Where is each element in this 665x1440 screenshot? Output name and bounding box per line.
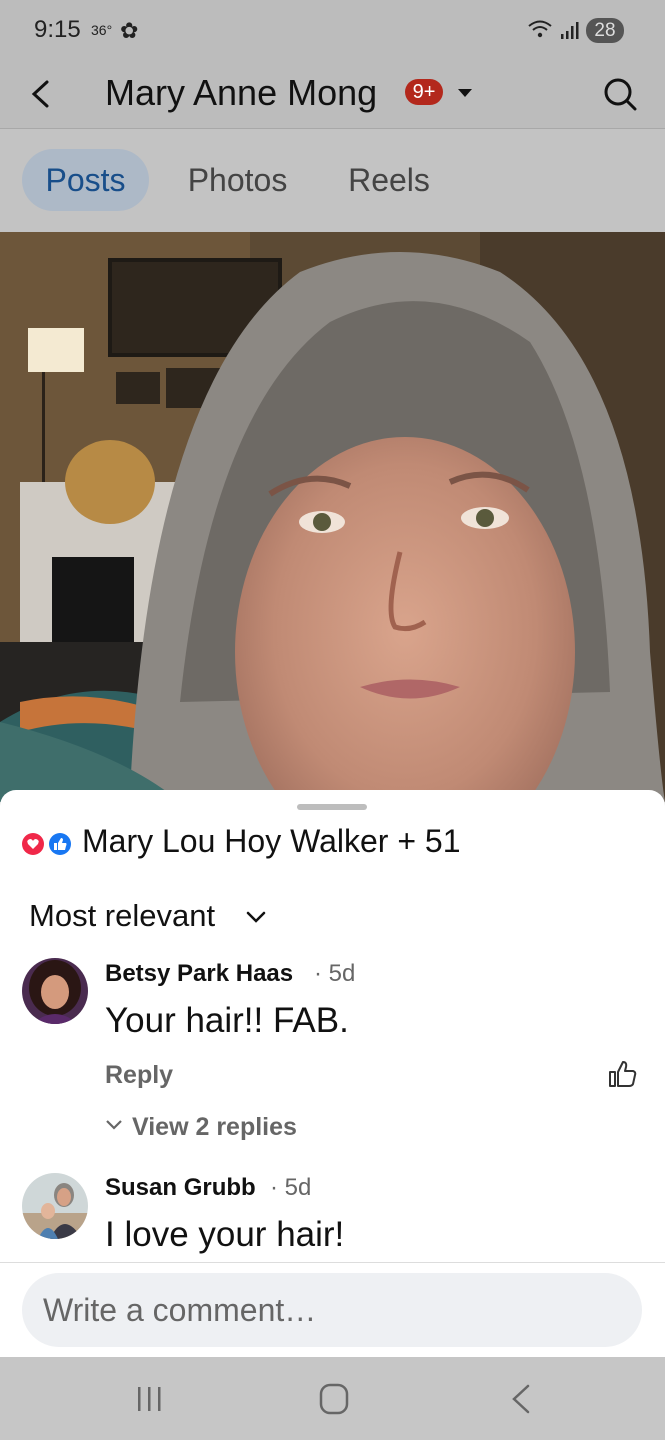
tab-photos[interactable]: Photos bbox=[170, 149, 305, 211]
status-temperature: 36° bbox=[91, 22, 113, 38]
tab-reels[interactable]: Reels bbox=[333, 149, 445, 211]
tab-posts[interactable]: Posts bbox=[22, 149, 149, 211]
comment-text: I love your hair! bbox=[105, 1215, 345, 1254]
caret-down-icon[interactable] bbox=[456, 86, 474, 104]
like-button[interactable] bbox=[606, 1058, 638, 1090]
comment-composer: Write a comment… bbox=[0, 1262, 665, 1358]
reaction-icons[interactable] bbox=[20, 830, 76, 858]
reply-button[interactable]: Reply bbox=[105, 1061, 173, 1090]
chevron-down-icon[interactable] bbox=[105, 1118, 123, 1136]
comment-time: · 5d bbox=[270, 1174, 312, 1201]
post-photo[interactable] bbox=[0, 232, 665, 802]
reactor-summary[interactable]: Mary Lou Hoy Walker + 51 bbox=[82, 823, 461, 860]
fan-icon: ✿ bbox=[120, 18, 139, 43]
tabs-bar: Posts Photos Reels bbox=[0, 129, 665, 232]
thumbs-up-icon bbox=[609, 1061, 637, 1087]
search-icon bbox=[604, 78, 637, 111]
comment-author[interactable]: Susan Grubb bbox=[105, 1174, 256, 1202]
comment-author[interactable]: Betsy Park Haas bbox=[105, 960, 293, 988]
signal-icon bbox=[560, 20, 580, 45]
sort-select[interactable]: Most relevant bbox=[29, 898, 215, 934]
comment-time: · 5d bbox=[314, 960, 356, 987]
drag-handle[interactable] bbox=[297, 804, 367, 810]
search-button[interactable] bbox=[600, 74, 640, 114]
comment-input[interactable]: Write a comment… bbox=[22, 1273, 642, 1347]
comment-text: Your hair!! FAB. bbox=[105, 1001, 349, 1040]
app-header: Mary Anne Mong 9+ bbox=[0, 62, 665, 129]
status-time: 9:15 bbox=[34, 16, 81, 43]
system-back-button[interactable] bbox=[500, 1383, 540, 1415]
recent-apps-button[interactable] bbox=[130, 1383, 170, 1415]
view-replies-button[interactable]: View 2 replies bbox=[132, 1113, 297, 1142]
battery-indicator: 28 bbox=[586, 18, 624, 43]
home-button[interactable] bbox=[314, 1383, 354, 1415]
notification-badge: 9+ bbox=[405, 79, 443, 105]
avatar[interactable] bbox=[22, 1173, 88, 1239]
back-button[interactable] bbox=[22, 74, 60, 114]
status-bar: 9:15 36° ✿ 28 bbox=[0, 0, 665, 62]
page-title[interactable]: Mary Anne Mong bbox=[105, 72, 377, 114]
chevron-down-icon[interactable] bbox=[246, 910, 266, 929]
system-nav-bar bbox=[0, 1357, 665, 1440]
wifi-icon bbox=[527, 18, 553, 45]
avatar[interactable] bbox=[22, 958, 88, 1024]
photo-illustration bbox=[0, 232, 665, 802]
